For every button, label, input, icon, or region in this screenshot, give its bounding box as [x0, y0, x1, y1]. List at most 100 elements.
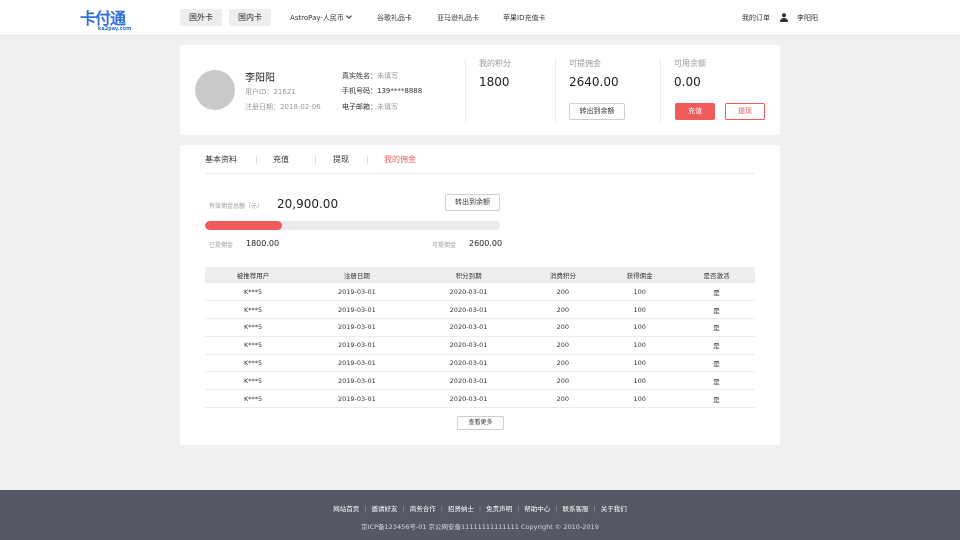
balance-value: 0.00 [674, 75, 701, 89]
footer-link[interactable]: 网站首页 [333, 505, 359, 513]
table-cell: 200 [524, 300, 602, 320]
logo-sub: ka2pay.com [98, 26, 132, 32]
table-cell: 2019-03-01 [301, 300, 413, 320]
footer-link[interactable]: 邀请好友 [371, 505, 397, 513]
col-header: 消费积分 [524, 267, 602, 283]
table-cell: 100 [601, 318, 679, 337]
commission-value: 2640.00 [569, 75, 619, 89]
table-cell: K***5 [205, 371, 302, 391]
table-cell: 2020-03-01 [412, 371, 525, 391]
table-cell: K***5 [205, 300, 302, 320]
top-navbar: 卡付通 ka2pay.com 国外卡 国内卡 AstroPay-人民币 谷歌礼品… [0, 0, 960, 36]
footer: 网站首页 | 邀请好友 | 商务合作 | 招贤纳士 | 免责声明 | 帮助中心 | 联系客服 | 关于我们 … [0, 490, 960, 540]
tab-withdraw[interactable]: 提现 [333, 154, 349, 165]
table-cell: 2020-03-01 [412, 318, 525, 337]
col-header: 获得佣金 [601, 267, 679, 283]
email-field: 电子邮箱：未填写 [342, 102, 398, 112]
table-cell: K***5 [205, 336, 302, 355]
my-orders-link[interactable]: 我的订单 [742, 13, 770, 23]
phone-label: 手机号码： [342, 87, 377, 95]
withdraw-button[interactable]: 提现 [725, 103, 765, 120]
table-cell: 100 [601, 283, 679, 302]
footer-copyright: 京ICP备123456号-01 京公网安备11111111111111 Copy… [361, 523, 599, 531]
commission-panel: 基本资料 充值 提现 我的佣金 有效佣金总额（元） 20,900.00 转出到余… [180, 145, 780, 445]
table-cell: 200 [524, 354, 602, 373]
table-cell: 100 [601, 389, 679, 409]
table-cell: 2019-03-01 [301, 336, 413, 355]
table-row: K***5 2019-03-01 2020-03-01 200 100 是 [205, 336, 755, 355]
table-cell: 是 [678, 318, 755, 337]
profile-name: 李阳阳 [245, 73, 275, 84]
table-cell: 200 [524, 371, 602, 391]
footer-link[interactable]: 商务合作 [410, 505, 436, 513]
footer-link[interactable]: 帮助中心 [524, 505, 550, 513]
available-value: 2600.00 [469, 239, 503, 248]
footer-link-separator: | [440, 505, 443, 513]
real-name-value: 未填写 [377, 72, 398, 80]
commission-label: 可提佣金 [569, 59, 601, 68]
nav-amazon-giftcard[interactable]: 亚马逊礼品卡 [437, 13, 479, 23]
referral-table: 被推荐用户 注册日期 积分到期 消费积分 获得佣金 是否激活 K***5 2019… [205, 267, 755, 409]
table-cell: 100 [601, 300, 679, 320]
footer-link-separator: | [555, 505, 558, 513]
progress-fill [205, 221, 282, 230]
balance-label: 可用余额 [674, 59, 706, 68]
table-cell: K***5 [205, 354, 302, 373]
tab-recharge[interactable]: 充值 [273, 154, 289, 165]
footer-links: 网站首页 | 邀请好友 | 商务合作 | 招贤纳士 | 免责声明 | 帮助中心 | 联系客服 | 关于我们 [0, 503, 960, 513]
table-cell: 是 [678, 300, 755, 320]
profile-register-date: 注册日期：2018-02-06 [245, 103, 321, 111]
footer-link[interactable]: 免责声明 [486, 505, 512, 513]
table-cell: 2019-03-01 [301, 389, 413, 409]
tab-basic-info[interactable]: 基本资料 [205, 154, 237, 165]
table-cell: 2019-03-01 [301, 371, 413, 391]
avatar [195, 70, 235, 110]
tab-my-commission[interactable]: 我的佣金 [384, 154, 416, 165]
footer-link[interactable]: 关于我们 [601, 505, 627, 513]
table-cell: 100 [601, 336, 679, 355]
footer-link-separator: | [593, 505, 596, 513]
transfer-to-balance-button[interactable]: 转出到余额 [569, 103, 625, 120]
nav-foreign-card[interactable]: 国外卡 [180, 9, 222, 26]
col-header: 积分到期 [412, 267, 525, 283]
username-link[interactable]: 李阳阳 [797, 13, 818, 23]
user-icon [780, 13, 788, 22]
points-value: 1800 [479, 75, 510, 89]
footer-link[interactable]: 招贤纳士 [448, 505, 474, 513]
site-logo[interactable]: 卡付通 ka2pay.com [78, 5, 134, 33]
table-cell: 200 [524, 318, 602, 337]
chevron-down-icon [346, 13, 352, 19]
nav-google-giftcard[interactable]: 谷歌礼品卡 [377, 13, 412, 23]
tab-divider [315, 156, 316, 164]
nav-astropay-label: AstroPay-人民币 [290, 14, 344, 22]
divider [660, 58, 661, 122]
available-label: 可提佣金 [432, 242, 457, 249]
footer-link[interactable]: 联系客服 [563, 505, 589, 513]
transfer-to-balance-button-2[interactable]: 转出到余额 [445, 194, 500, 211]
table-cell: 是 [678, 371, 755, 391]
tab-divider [256, 156, 257, 164]
footer-link-separator: | [364, 505, 367, 513]
real-name-field: 真实姓名：未填写 [342, 71, 398, 81]
withdrawn-label: 已提佣金 [209, 242, 234, 249]
table-cell: 200 [524, 283, 602, 302]
table-row: K***5 2019-03-01 2020-03-01 200 100 是 [205, 318, 755, 337]
nav-apple-id-card[interactable]: 苹果ID充值卡 [503, 13, 545, 23]
view-more-button[interactable]: 查看更多 [457, 416, 504, 430]
tab-divider [367, 156, 368, 164]
table-row: K***5 2019-03-01 2020-03-01 200 100 是 [205, 371, 755, 391]
footer-link-separator: | [478, 505, 482, 513]
table-cell: 200 [524, 336, 602, 355]
nav-astropay-dropdown[interactable]: AstroPay-人民币 [290, 13, 352, 23]
profile-user-id: 用户ID：21621 [245, 88, 296, 96]
table-cell: 2020-03-01 [412, 336, 525, 355]
table-cell: 2020-03-01 [412, 389, 525, 409]
col-header: 是否激活 [678, 267, 755, 283]
divider [555, 58, 556, 122]
footer-link-separator: | [402, 505, 405, 513]
recharge-button[interactable]: 充值 [675, 103, 715, 120]
table-cell: 2020-03-01 [412, 283, 525, 302]
nav-domestic-card[interactable]: 国内卡 [229, 9, 271, 26]
total-commission-value: 20,900.00 [277, 197, 339, 211]
table-cell: 100 [601, 371, 679, 391]
